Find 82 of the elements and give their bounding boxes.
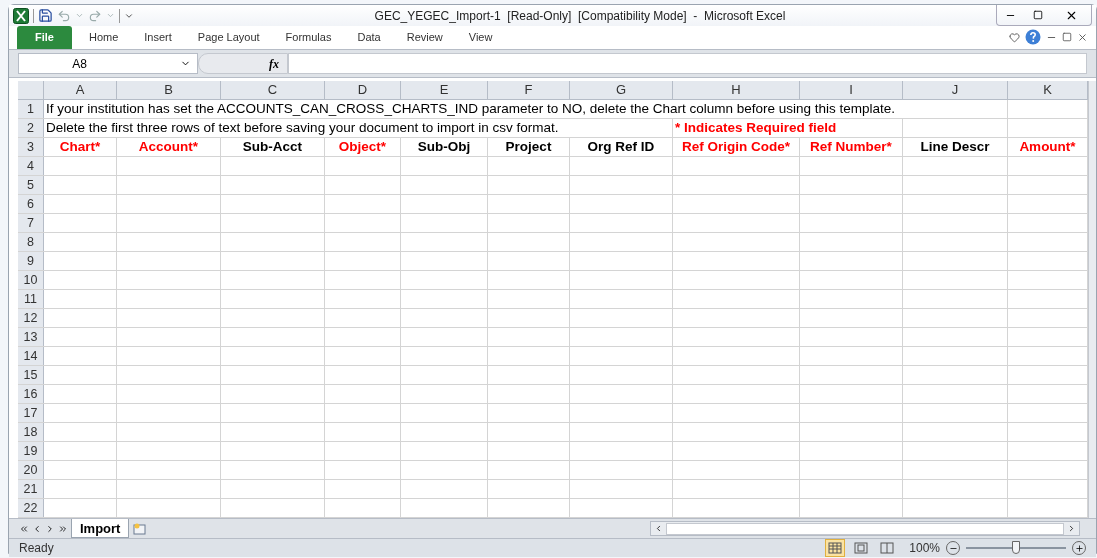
plus-icon: [1074, 543, 1084, 553]
name-box[interactable]: A8: [18, 53, 198, 74]
column-title: Ref Origin Code*: [682, 140, 790, 154]
new-sheet-icon[interactable]: [132, 521, 149, 536]
column-title: Object*: [338, 140, 387, 154]
save-icon[interactable]: [38, 8, 53, 23]
vertical-scrollbar[interactable]: [1088, 81, 1096, 518]
row-number[interactable]: 21: [18, 480, 44, 498]
column-header[interactable]: F: [488, 81, 570, 100]
column-title: Sub-Obj: [417, 140, 471, 154]
row-number[interactable]: 20: [18, 461, 44, 479]
cell-text: * Indicates Required field: [675, 121, 837, 135]
row-number[interactable]: 1: [18, 100, 44, 118]
sheet-tab[interactable]: Import: [71, 519, 130, 538]
maximize-icon: [1032, 10, 1043, 20]
row-number[interactable]: 12: [18, 309, 44, 327]
row-number[interactable]: 16: [18, 385, 44, 403]
close-icon[interactable]: [1077, 31, 1088, 43]
column-header[interactable]: K: [1008, 81, 1088, 100]
zoom-slider-thumb[interactable]: [1012, 541, 1020, 554]
row-number[interactable]: 8: [18, 233, 44, 251]
formula-input[interactable]: [288, 53, 1087, 74]
help-icon[interactable]: [1025, 29, 1041, 45]
restore-icon[interactable]: [1062, 32, 1072, 42]
row-number[interactable]: 5: [18, 176, 44, 194]
column-title: Project: [505, 140, 552, 154]
cell-text: Delete the first three rows of text before saving your document to import in csv format.: [46, 121, 559, 135]
column-title: Ref Number*: [810, 140, 892, 154]
status-text: Ready: [19, 540, 54, 557]
last-sheet-icon[interactable]: [58, 523, 68, 534]
ribbon-tab[interactable]: Data: [344, 26, 394, 49]
previous-sheet-icon[interactable]: [32, 523, 42, 534]
column-header[interactable]: H: [673, 81, 800, 100]
row-number[interactable]: 18: [18, 423, 44, 441]
ribbon-tab[interactable]: Formulas: [272, 26, 345, 49]
row-number[interactable]: 15: [18, 366, 44, 384]
row-number[interactable]: 13: [18, 328, 44, 346]
row-number[interactable]: 2: [18, 119, 44, 137]
redo-icon[interactable]: [88, 8, 102, 23]
row-number[interactable]: 6: [18, 195, 44, 213]
column-title: Chart*: [59, 140, 101, 154]
row-number[interactable]: 19: [18, 442, 44, 460]
column-title: Account*: [138, 140, 199, 154]
column-header[interactable]: E: [401, 81, 488, 100]
column-title: Org Ref ID: [587, 140, 655, 154]
cell-text: If your institution has set the ACCOUNTS_CAN_CROSS_CHARTS_IND parameter to NO, delete the Chart column before using this template.: [46, 102, 896, 116]
normal-view-button[interactable]: [825, 539, 846, 557]
column-header[interactable]: B: [117, 81, 221, 100]
row-number[interactable]: 10: [18, 271, 44, 289]
row-number[interactable]: 7: [18, 214, 44, 232]
column-header[interactable]: G: [570, 81, 673, 100]
column-header[interactable]: C: [221, 81, 325, 100]
ribbon-tab[interactable]: Page Layout: [184, 26, 273, 49]
column-header[interactable]: A: [44, 81, 117, 100]
column-title: Sub-Acct: [242, 140, 303, 154]
row-number[interactable]: 3: [18, 138, 44, 156]
column-title: Line Descr: [920, 140, 990, 154]
next-sheet-icon[interactable]: [45, 523, 55, 534]
row-number[interactable]: 11: [18, 290, 44, 308]
ribbon-tab[interactable]: Review: [393, 26, 456, 49]
row-number[interactable]: 4: [18, 157, 44, 175]
column-header[interactable]: I: [800, 81, 903, 100]
horizontal-scrollbar[interactable]: [650, 521, 1080, 536]
row-number[interactable]: 9: [18, 252, 44, 270]
scroll-right-icon[interactable]: [1067, 524, 1076, 533]
row-number[interactable]: 14: [18, 347, 44, 365]
row-number[interactable]: 17: [18, 404, 44, 422]
column-header[interactable]: D: [325, 81, 401, 100]
ribbon-tab[interactable]: View: [455, 26, 506, 49]
ribbon-tab[interactable]: Home: [75, 26, 132, 49]
zoom-percentage[interactable]: 100%: [909, 539, 940, 557]
first-sheet-icon[interactable]: [19, 523, 29, 534]
ribbon-tab[interactable]: Insert: [131, 26, 185, 49]
insert-function-button[interactable]: fx: [269, 54, 279, 73]
scroll-left-icon[interactable]: [654, 524, 663, 533]
ribbon-tab[interactable]: File: [17, 26, 72, 49]
scrollbar-thumb[interactable]: [666, 522, 1064, 535]
column-title: Amount*: [1019, 140, 1076, 154]
row-number[interactable]: 22: [18, 499, 44, 517]
spreadsheet-logo-icon[interactable]: [13, 7, 29, 24]
window-title: GEC_YEGEC_Import-1 [Read-Only] [Compatibility Mode] - Microsoft Excel: [374, 7, 786, 25]
column-header[interactable]: J: [903, 81, 1008, 100]
